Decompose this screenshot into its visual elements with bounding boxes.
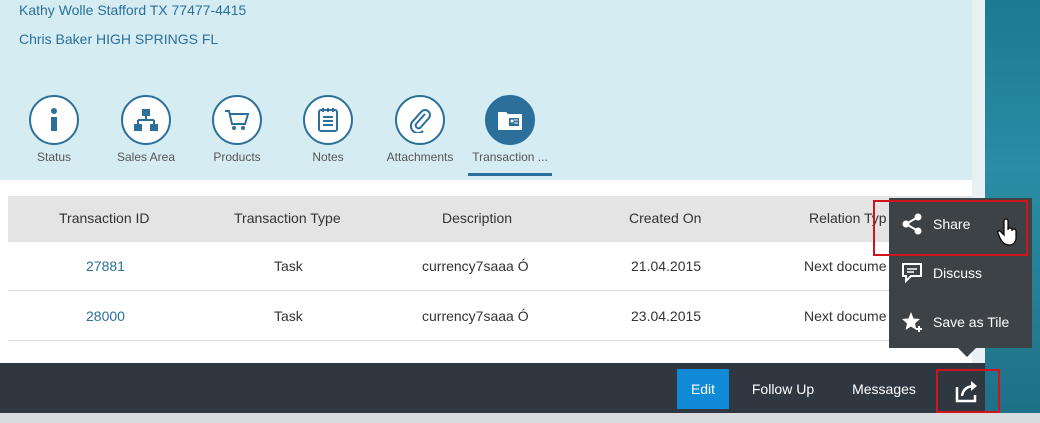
org-chart-icon [121,95,171,145]
menu-item-label: Save as Tile [933,314,1010,330]
edit-button[interactable]: Edit [677,369,729,409]
star-icon [902,312,922,332]
notes-icon [303,95,353,145]
transaction-id-link[interactable]: 27881 [86,258,125,274]
table-cell: currency7saaa Ó [422,258,529,274]
follow-up-button[interactable]: Follow Up [740,369,826,409]
table-cell: Next docume [804,308,887,324]
tab-label: Products [213,150,261,164]
contact-card-icon [485,95,535,145]
contact-line-1: Kathy Wolle Stafford TX 77477-4415 [19,2,247,18]
discuss-menu-item[interactable]: Discuss [889,249,1032,297]
tab-label: Transaction ... [472,150,548,164]
cart-icon [212,95,262,145]
table-header: Transaction ID Transaction Type Descript… [8,196,972,242]
table-cell: 23.04.2015 [631,308,702,324]
tab-sales-area[interactable]: Sales Area [101,95,191,175]
contact-line-2: Chris Baker HIGH SPRINGS FL [19,31,219,47]
column-header[interactable]: Transaction Type [234,210,341,226]
tab-label: Status [36,150,72,164]
table-cell: 21.04.2015 [631,258,702,274]
object-header: Kathy Wolle Stafford TX 77477-4415 Chris… [0,0,972,180]
transaction-id-link[interactable]: 28000 [86,308,125,324]
messages-button[interactable]: Messages [842,369,926,409]
paperclip-icon [395,95,445,145]
tab-notes[interactable]: Notes [283,95,373,175]
table-cell: Next docume [804,258,887,274]
table-cell: currency7saaa Ó [422,308,529,324]
share-export-icon [955,381,977,403]
table-cell: Task [274,258,303,274]
active-tab-indicator [468,173,552,176]
hand-cursor-icon [997,218,1017,246]
tab-status[interactable]: Status [9,95,99,175]
info-icon [29,95,79,145]
column-header[interactable]: Transaction ID [59,210,150,226]
table-row[interactable]: 28000 Task currency7saaa Ó 23.04.2015 Ne… [8,292,972,341]
share-action-button[interactable] [936,369,1000,413]
tab-label: Attachments [386,150,454,164]
save-as-tile-menu-item[interactable]: Save as Tile [889,298,1032,346]
popover-arrow [957,347,977,357]
tab-transactions[interactable]: Transaction ... [465,95,555,175]
column-header[interactable]: Created On [629,210,701,226]
menu-item-label: Discuss [933,265,983,281]
table-row[interactable]: 27881 Task currency7saaa Ó 21.04.2015 Ne… [8,242,972,291]
tab-attachments[interactable]: Attachments [375,95,465,175]
tab-products[interactable]: Products [192,95,282,175]
transactions-table: Transaction ID Transaction Type Descript… [0,180,972,363]
column-header[interactable]: Description [442,210,512,226]
status-strip [0,413,1040,423]
table-cell: Task [274,308,303,324]
discuss-icon [902,263,922,284]
tab-label: Sales Area [116,150,176,164]
tab-label: Notes [312,150,344,164]
footer-toolbar: Edit Follow Up Messages [0,363,1000,413]
